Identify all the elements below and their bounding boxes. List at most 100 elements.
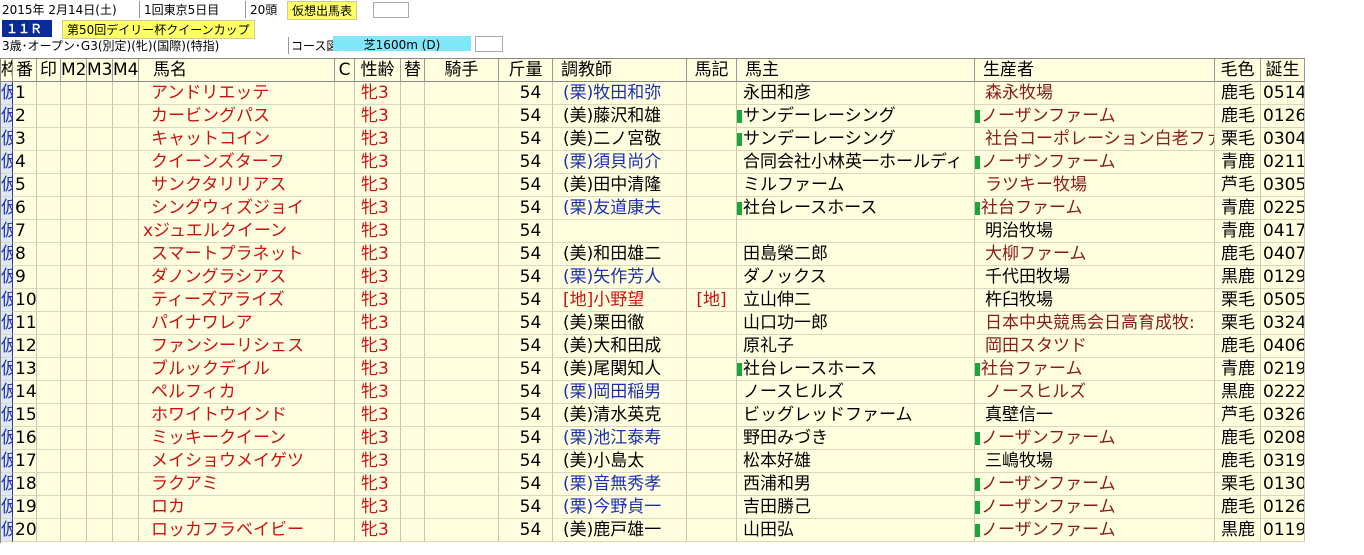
mark-cell[interactable] [61, 473, 87, 496]
horse-name[interactable]: シングウィズジョイ [139, 197, 335, 220]
horse-name[interactable]: パイナワレア [139, 312, 335, 335]
col-header-change[interactable]: 替 [401, 59, 425, 82]
table-row[interactable]: 仮19 ロカ牝3 54(栗)今野貞一 吉田勝己 ノーザンファーム 鹿毛0126 [1, 496, 1305, 519]
mark-cell[interactable] [113, 151, 139, 174]
table-row[interactable]: 仮9 ダノングラシアス牝3 54(栗)矢作芳人 ダノックス 千代田牧場 黒鹿0129 [1, 266, 1305, 289]
mark-cell[interactable] [87, 450, 113, 473]
mark-cell[interactable] [87, 289, 113, 312]
mark-cell[interactable] [113, 197, 139, 220]
mark-cell[interactable] [87, 266, 113, 289]
mark-cell[interactable] [61, 427, 87, 450]
jockey-cell[interactable] [425, 358, 499, 381]
jockey-cell[interactable] [425, 243, 499, 266]
jockey-cell[interactable] [425, 128, 499, 151]
mark-cell[interactable] [113, 519, 139, 542]
mark-cell[interactable] [61, 243, 87, 266]
horse-name[interactable]: カービングパス [139, 105, 335, 128]
mark-cell[interactable] [113, 82, 139, 105]
col-header-mark[interactable]: 印 [37, 59, 61, 82]
mark-cell[interactable] [61, 404, 87, 427]
mark-cell[interactable] [37, 427, 61, 450]
mark-cell[interactable] [37, 358, 61, 381]
col-header-breeder[interactable]: 生産者 [975, 59, 1215, 82]
mark-cell[interactable] [87, 381, 113, 404]
mark-cell[interactable] [61, 381, 87, 404]
waku-cell[interactable]: 仮 [1, 220, 13, 243]
mark-cell[interactable] [87, 427, 113, 450]
col-header-no[interactable]: 番 [13, 59, 37, 82]
table-row[interactable]: 仮15 ホワイトウインド牝3 54(美)清水英克 ビッグレッドファーム 真壁信一 芦毛03… [1, 404, 1305, 427]
mark-cell[interactable] [113, 427, 139, 450]
mark-cell[interactable] [113, 220, 139, 243]
jockey-cell[interactable] [425, 220, 499, 243]
mark-cell[interactable] [113, 450, 139, 473]
mark-cell[interactable] [37, 519, 61, 542]
col-header-jockey[interactable]: 騎手 [425, 59, 499, 82]
mark-cell[interactable] [37, 243, 61, 266]
jockey-cell[interactable] [425, 82, 499, 105]
waku-cell[interactable]: 仮 [1, 151, 13, 174]
mark-cell[interactable] [87, 105, 113, 128]
mark-cell[interactable] [37, 381, 61, 404]
jockey-cell[interactable] [425, 450, 499, 473]
jockey-cell[interactable] [425, 197, 499, 220]
mark-cell[interactable] [87, 473, 113, 496]
mark-cell[interactable] [61, 105, 87, 128]
waku-cell[interactable]: 仮 [1, 473, 13, 496]
jockey-cell[interactable] [425, 496, 499, 519]
mark-cell[interactable] [61, 174, 87, 197]
table-row[interactable]: 仮5 サンクタリリアス牝3 54(美)田中清隆 ミルファーム ラツキー牧場 芦毛0305 [1, 174, 1305, 197]
mark-cell[interactable] [37, 105, 61, 128]
jockey-cell[interactable] [425, 427, 499, 450]
waku-cell[interactable]: 仮 [1, 358, 13, 381]
course-blank-field[interactable] [475, 36, 503, 52]
table-row[interactable]: 仮10 ティーズアライズ牝3 54[地]小野望[地] 立山伸二 杵臼牧場 栗毛0505 [1, 289, 1305, 312]
mark-cell[interactable] [61, 128, 87, 151]
mark-cell[interactable] [61, 220, 87, 243]
waku-cell[interactable]: 仮 [1, 496, 13, 519]
mark-cell[interactable] [87, 496, 113, 519]
horse-name[interactable]: ロッカフラベイビー [139, 519, 335, 542]
jockey-cell[interactable] [425, 151, 499, 174]
mark-cell[interactable] [113, 174, 139, 197]
mark-cell[interactable] [61, 266, 87, 289]
mark-cell[interactable] [113, 312, 139, 335]
horse-name[interactable]: メイショウメイゲツ [139, 450, 335, 473]
mark-cell[interactable] [113, 496, 139, 519]
waku-cell[interactable]: 仮 [1, 197, 13, 220]
table-row[interactable]: 仮17 メイショウメイゲツ牝3 54(美)小島太 松本好雄 三嶋牧場 鹿毛0319 [1, 450, 1305, 473]
mark-cell[interactable] [61, 496, 87, 519]
jockey-cell[interactable] [425, 105, 499, 128]
table-row[interactable]: 仮11 パイナワレア牝3 54(美)栗田徹 山口功一郎 日本中央競馬会日高育成牧: 栗毛0… [1, 312, 1305, 335]
horse-name[interactable]: キャットコイン [139, 128, 335, 151]
horse-name[interactable]: サンクタリリアス [139, 174, 335, 197]
mark-cell[interactable] [113, 105, 139, 128]
jockey-cell[interactable] [425, 312, 499, 335]
jockey-cell[interactable] [425, 266, 499, 289]
waku-cell[interactable]: 仮 [1, 128, 13, 151]
mark-cell[interactable] [87, 404, 113, 427]
table-row[interactable]: 仮7 xジュエルクイーン牝3 54 明治牧場 青鹿0417 [1, 220, 1305, 243]
horse-name[interactable]: アンドリエッテ [139, 82, 335, 105]
horse-name[interactable]: ペルフィカ [139, 381, 335, 404]
waku-cell[interactable]: 仮 [1, 450, 13, 473]
col-header-name[interactable]: 馬名 [139, 59, 335, 82]
mark-cell[interactable] [61, 358, 87, 381]
col-header-coat[interactable]: 毛色 [1215, 59, 1261, 82]
table-row[interactable]: 仮16 ミッキークイーン牝3 54(栗)池江泰寿 野田みづき ノーザンファーム 鹿毛020… [1, 427, 1305, 450]
horse-name[interactable]: ブルックデイル [139, 358, 335, 381]
jockey-cell[interactable] [425, 519, 499, 542]
waku-cell[interactable]: 仮 [1, 243, 13, 266]
mark-cell[interactable] [61, 197, 87, 220]
header-blank-field[interactable] [373, 2, 409, 18]
mark-cell[interactable] [61, 82, 87, 105]
mark-cell[interactable] [37, 473, 61, 496]
horse-name[interactable]: ファンシーリシェス [139, 335, 335, 358]
horse-name[interactable]: ラクアミ [139, 473, 335, 496]
mark-cell[interactable] [113, 289, 139, 312]
mark-cell[interactable] [37, 404, 61, 427]
jockey-cell[interactable] [425, 404, 499, 427]
mark-cell[interactable] [37, 312, 61, 335]
table-row[interactable]: 仮2 カービングパス牝3 54(美)藤沢和雄 サンデーレーシング ノーザンファーム 鹿毛0… [1, 105, 1305, 128]
mark-cell[interactable] [87, 174, 113, 197]
